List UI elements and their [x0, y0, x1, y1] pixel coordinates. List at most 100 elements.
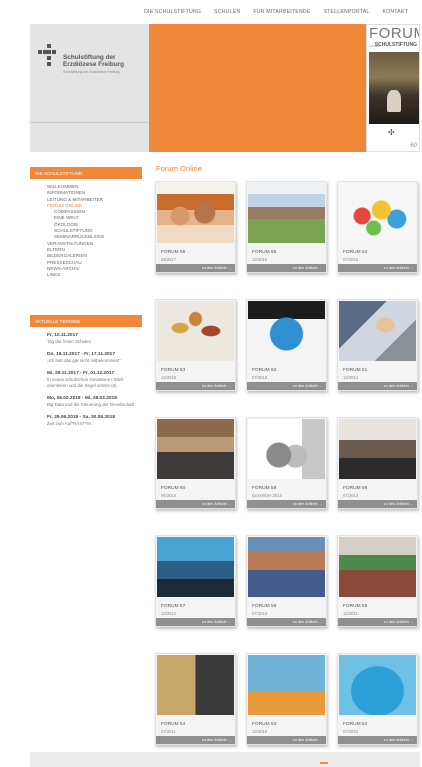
- issue-cover-image[interactable]: [248, 301, 325, 361]
- issue-cover-image[interactable]: [157, 537, 234, 597]
- issue-date: 12/2012: [161, 611, 177, 616]
- to-articles-button[interactable]: zu den Artikeln ...: [156, 264, 235, 272]
- issue-card[interactable]: FORUM 61 12/2014 zu den Artikeln ...: [337, 299, 418, 391]
- issue-date: 07/2012: [252, 611, 268, 616]
- issue-cover-image[interactable]: [339, 183, 416, 243]
- magazine-cover[interactable]: FORUM Juni 2017 SCHULSTIFTUNG ✣ 60: [366, 24, 420, 152]
- issue-cover-image[interactable]: [248, 419, 325, 479]
- issue-date: 12/2015: [161, 375, 177, 380]
- issue-card[interactable]: FORUM 64 07/2016 zu den Artikeln ...: [337, 181, 418, 273]
- to-articles-button[interactable]: zu den Artikeln ...: [338, 264, 417, 272]
- to-articles-button[interactable]: zu den Artikeln ...: [338, 500, 417, 508]
- issue-title: FORUM 59: [252, 486, 277, 491]
- issue-date: 09/2017: [161, 257, 177, 262]
- issue-card[interactable]: FORUM 63 12/2015 zu den Artikeln ...: [155, 299, 236, 391]
- logo-title: Schulstiftung der Erzdiözese Freiburg: [63, 54, 125, 69]
- issue-cover-image[interactable]: [339, 301, 416, 361]
- to-articles-button[interactable]: zu den Artikeln ...: [247, 264, 326, 272]
- to-articles-button[interactable]: zu den Artikeln ...: [156, 500, 235, 508]
- footer: [30, 752, 420, 767]
- nav-link-schulstiftung[interactable]: DIE SCHULSTIFTUNG: [144, 9, 201, 15]
- issue-card[interactable]: FORUM 52 07/2010 zu den Artikeln ...: [337, 653, 418, 745]
- event-item[interactable]: Mo, 26.02.2018 - Mi, 28.02.2018 Big Data …: [47, 396, 142, 408]
- to-articles-button[interactable]: zu den Artikeln ...: [338, 736, 417, 744]
- issue-card[interactable]: FORUM 57 12/2012 zu den Artikeln ...: [155, 535, 236, 627]
- logo-area[interactable]: Schulstiftung der Erzdiözese Freiburg Sch…: [30, 24, 149, 152]
- issue-title: FORUM 63: [161, 368, 186, 373]
- nav-link-mitarbeitende[interactable]: FÜR MITARBEITENDE: [253, 9, 310, 15]
- issue-title: FORUM 60: [161, 486, 186, 491]
- issue-date: 07/2016: [343, 257, 359, 262]
- to-articles-button[interactable]: zu den Artikeln ...: [247, 382, 326, 390]
- issue-card[interactable]: FORUM 55 12/2011 zu den Artikeln ...: [337, 535, 418, 627]
- logo-icon: [38, 44, 60, 66]
- to-articles-button[interactable]: zu den Artikeln ...: [247, 618, 326, 626]
- cover-photo: [369, 52, 419, 124]
- issue-cover-image[interactable]: [339, 655, 416, 715]
- issue-card[interactable]: FORUM 56 07/2012 zu den Artikeln ...: [246, 535, 327, 627]
- sidebar-item[interactable]: LINKS: [47, 272, 142, 278]
- issue-title: FORUM 64: [343, 250, 368, 255]
- event-title: In neuen schulischen Gewässern: Mich ori…: [47, 377, 124, 389]
- to-articles-button[interactable]: zu den Artikeln ...: [338, 618, 417, 626]
- issue-cover-image[interactable]: [339, 419, 416, 479]
- issue-card[interactable]: FORUM 59 Dezember 2013 zu den Artikeln ...: [246, 417, 327, 509]
- to-articles-button[interactable]: zu den Artikeln ...: [156, 618, 235, 626]
- issue-card[interactable]: FORUM 62 07/2015 zu den Artikeln ...: [246, 299, 327, 391]
- nav-link-stellenportal[interactable]: STELLENPORTAL: [324, 9, 370, 15]
- to-articles-button[interactable]: zu den Artikeln ...: [156, 382, 235, 390]
- issue-card[interactable]: FORUM 66 09/2017 zu den Artikeln ...: [155, 181, 236, 273]
- event-title: Tag der freien Schulen: [47, 339, 91, 345]
- event-item[interactable]: Fr, 29.06.2018 - Sa, 30.06.2018 Zeit zum …: [47, 415, 142, 427]
- issue-cover-image[interactable]: [157, 419, 234, 479]
- issue-card[interactable]: FORUM 65 12/2016 zu den Artikeln ...: [246, 181, 327, 273]
- event-title: „Ich hab das gar nicht mitbekommen!": [47, 358, 121, 364]
- to-articles-button[interactable]: zu den Artikeln ...: [247, 736, 326, 744]
- issue-cover-image[interactable]: [339, 537, 416, 597]
- issue-title: FORUM 62: [252, 368, 277, 373]
- issue-card[interactable]: FORUM 60 06/2014 zu den Artikeln ...: [155, 417, 236, 509]
- cover-subtitle: SCHULSTIFTUNG: [374, 42, 417, 48]
- issue-date: 12/2011: [343, 611, 358, 616]
- issue-title: FORUM 61: [343, 368, 368, 373]
- issue-card[interactable]: FORUM 54 07/2011 zu den Artikeln ...: [155, 653, 236, 745]
- issue-title: FORUM 55: [343, 604, 368, 609]
- cross-dots-icon: ✣: [388, 128, 395, 137]
- issue-date: 07/2013: [343, 493, 359, 498]
- nav-link-schulen[interactable]: SCHULEN: [214, 9, 240, 15]
- divider: [30, 122, 149, 123]
- events-list: Fr, 10.11.2017 Tag der freien Schulen Do, …: [47, 333, 142, 434]
- issue-date: 06/2014: [161, 493, 177, 498]
- issue-title: FORUM 65: [252, 250, 277, 255]
- issue-cover-image[interactable]: [248, 537, 325, 597]
- footer-accent: [320, 762, 328, 764]
- top-navigation: DIE SCHULSTIFTUNG SCHULEN FÜR MITARBEITE…: [144, 9, 408, 15]
- sidebar-section-header: DIE SCHULSTIFTUNG: [30, 167, 142, 179]
- hero-color-block: [149, 24, 366, 152]
- event-item[interactable]: Mi, 29.11.2017 - Fr, 01.12.2017 In neuen …: [47, 371, 142, 389]
- issue-grid: FORUM 66 09/2017 zu den Artikeln ... FORUM …: [155, 181, 418, 745]
- issue-cover-image[interactable]: [157, 301, 234, 361]
- event-item[interactable]: Do, 16.11.2017 - Fr, 17.11.2017 „Ich hab …: [47, 352, 142, 364]
- issue-card[interactable]: FORUM 53 12/2010 zu den Artikeln ...: [246, 653, 327, 745]
- to-articles-button[interactable]: zu den Artikeln ...: [338, 382, 417, 390]
- to-articles-button[interactable]: zu den Artikeln ...: [156, 736, 235, 744]
- issue-cover-image[interactable]: [157, 655, 234, 715]
- logo-tagline: Schulstiftung der Erzdiözese Freiburg: [63, 70, 120, 74]
- to-articles-button[interactable]: zu den Artikeln ...: [247, 500, 326, 508]
- event-item[interactable]: Fr, 10.11.2017 Tag der freien Schulen: [47, 333, 142, 345]
- issue-date: 07/2010: [343, 729, 359, 734]
- issue-cover-image[interactable]: [157, 183, 234, 243]
- issue-cover-image[interactable]: [248, 183, 325, 243]
- issue-title: FORUM 66: [161, 250, 186, 255]
- issue-title: FORUM 56: [252, 604, 277, 609]
- issue-card[interactable]: FORUM 58 07/2013 zu den Artikeln ...: [337, 417, 418, 509]
- issue-cover-image[interactable]: [248, 655, 325, 715]
- issue-date: 12/2014: [343, 375, 359, 380]
- issue-title: FORUM 58: [343, 486, 368, 491]
- issue-date: 12/2010: [252, 729, 268, 734]
- event-title: Big Data und die Steuerung der Gesellsch…: [47, 402, 134, 408]
- nav-link-kontakt[interactable]: KONTAKT: [382, 9, 408, 15]
- events-header: AKTUELLE TERMINE: [30, 315, 142, 327]
- issue-date: Dezember 2013: [252, 493, 282, 498]
